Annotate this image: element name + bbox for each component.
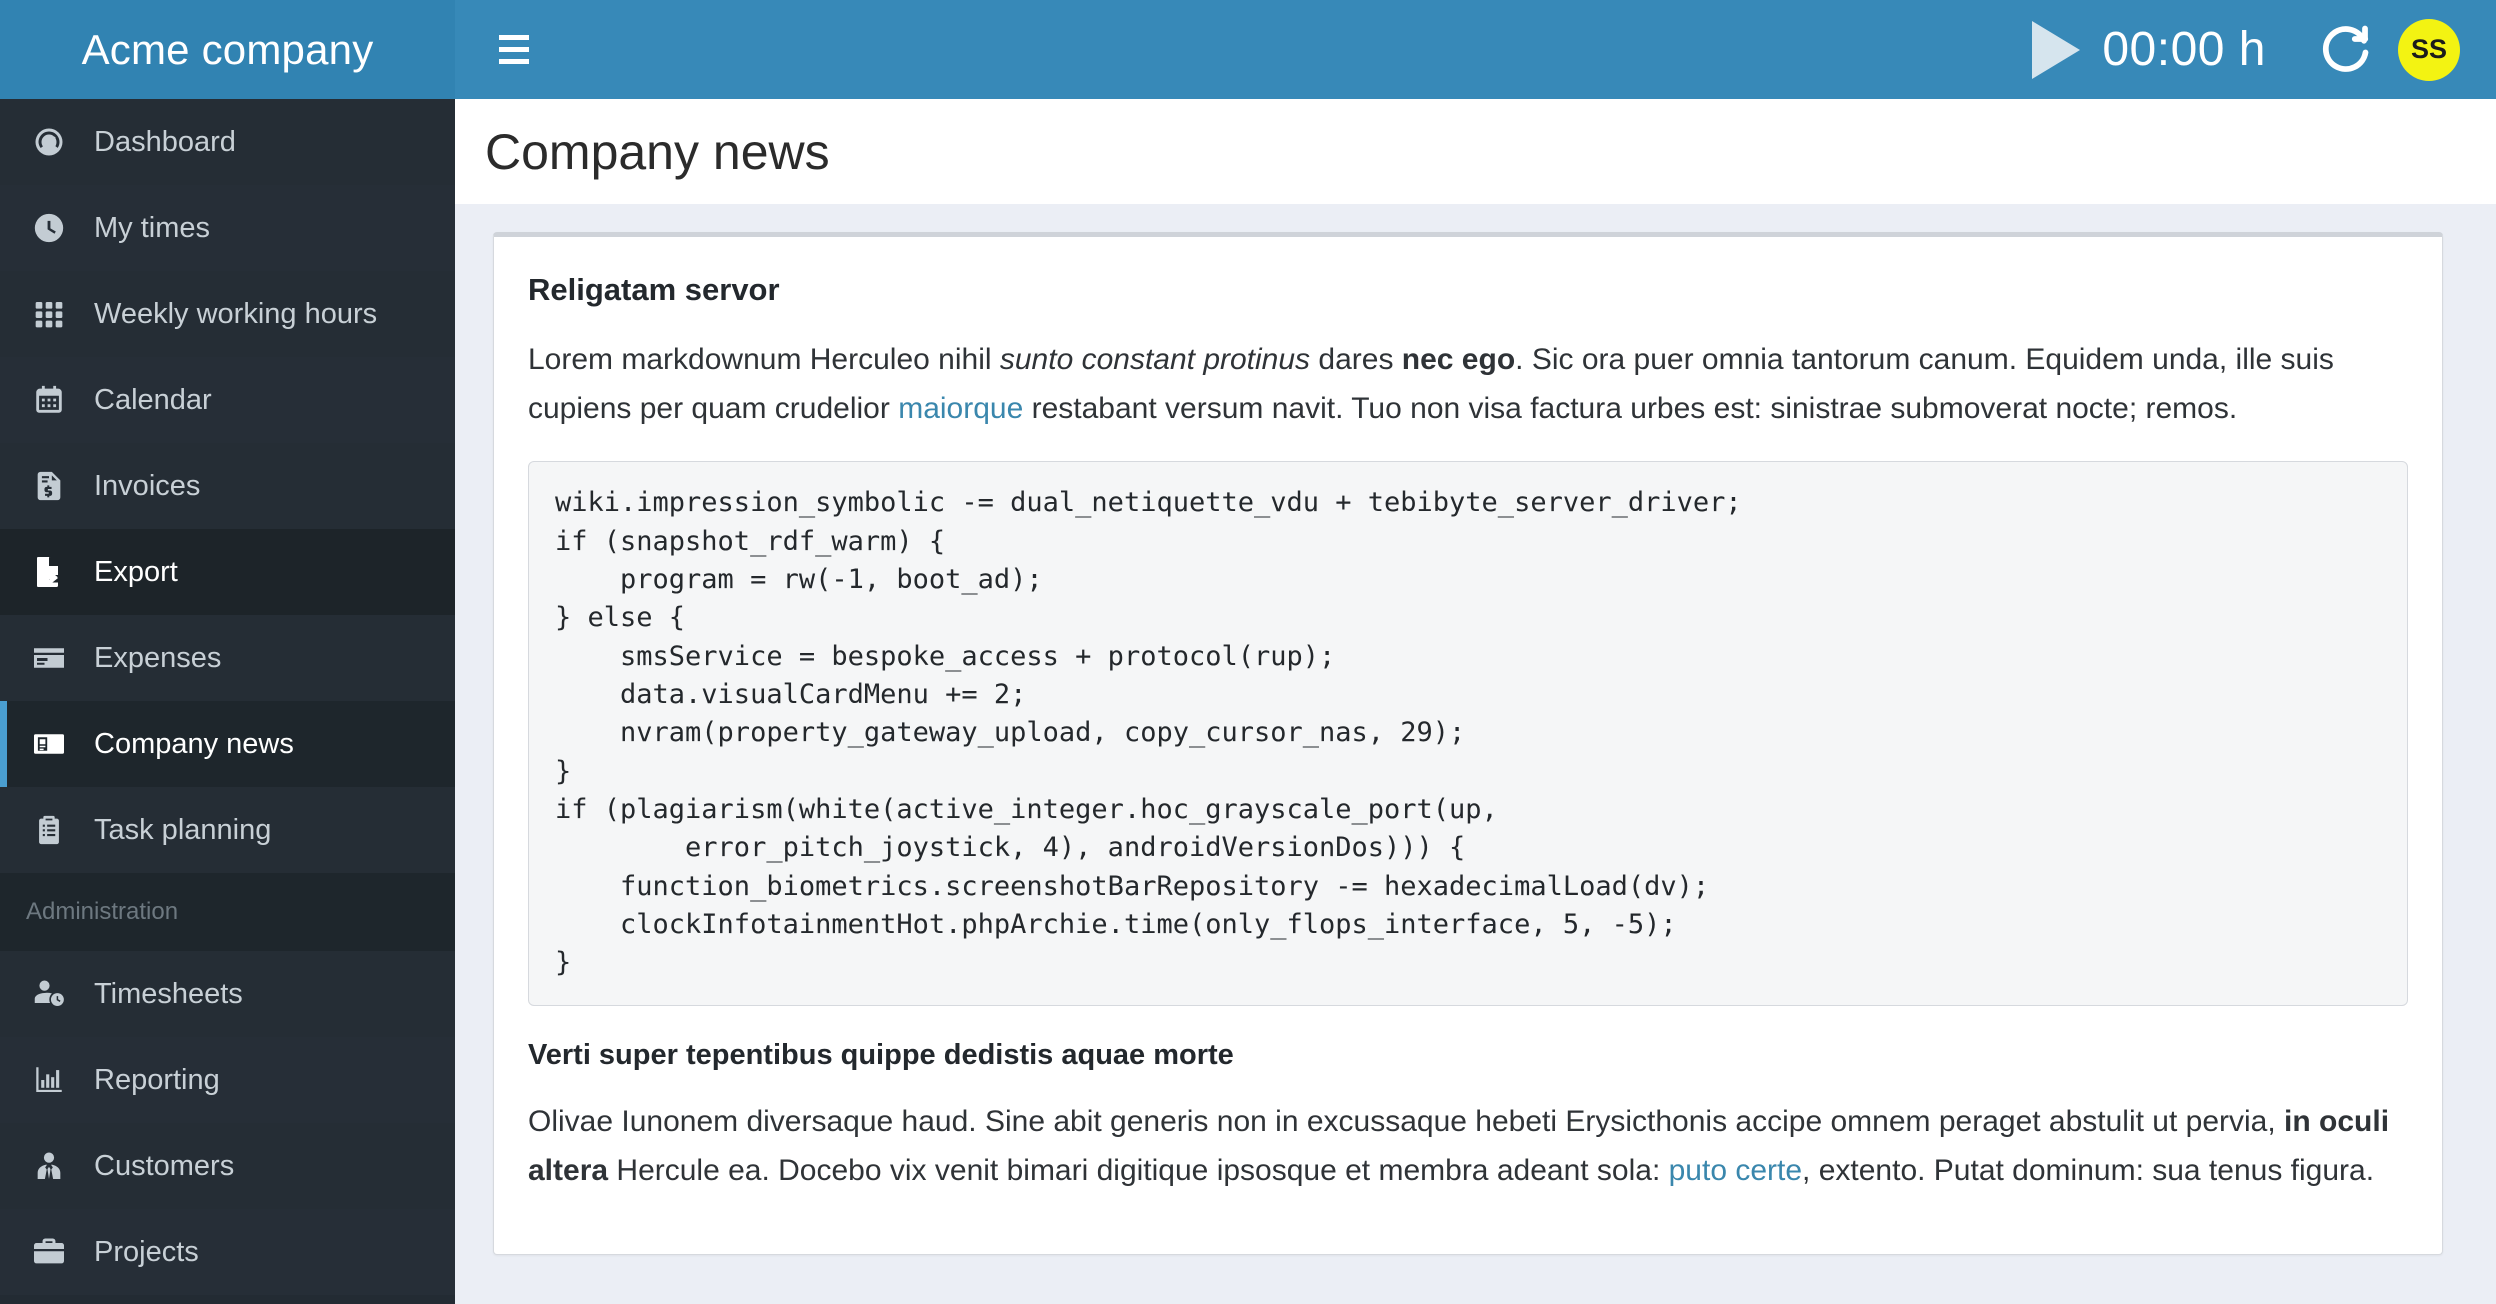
- app-root: Acme company Dashboard My times Weekly w…: [0, 0, 2496, 1304]
- sidebar-item-label: Calendar: [94, 383, 212, 416]
- post-subtitle: Verti super tepentibus quippe dedistis a…: [528, 1038, 1234, 1071]
- sidebar-item-label: Timesheets: [94, 977, 243, 1010]
- sidebar-item-label: Invoices: [94, 469, 201, 502]
- clipboard-list-icon: [26, 810, 72, 850]
- invoice-icon: [26, 466, 72, 506]
- post-link-puto-certe[interactable]: puto certe: [1669, 1154, 1802, 1187]
- sidebar-item-label: Weekly working hours: [94, 297, 378, 330]
- sidebar-section-label: Administration: [26, 898, 179, 925]
- content-scroll-area: Religatam servor Lorem markdownum Hercul…: [455, 204, 2496, 1304]
- timer-start-button[interactable]: 00:00 h: [2032, 20, 2266, 79]
- sidebar-item-label: Customers: [94, 1149, 235, 1182]
- hamburger-menu-icon[interactable]: [485, 21, 543, 79]
- sidebar-item-label: Projects: [94, 1235, 199, 1268]
- post-text: Olivae Iunonem diversaque haud. Sine abi…: [528, 1105, 2285, 1139]
- sidebar-item-label: My times: [94, 211, 210, 244]
- brand-name: Acme company: [81, 25, 374, 73]
- sidebar-item-export[interactable]: Export: [0, 529, 455, 615]
- post-emphasis: sunto constant protinus: [999, 343, 1311, 377]
- dashboard-gauge-icon: [26, 122, 72, 162]
- page-header: Company news: [455, 99, 2496, 204]
- play-icon: [2032, 20, 2081, 79]
- sidebar-item-invoices[interactable]: Invoices: [0, 443, 455, 529]
- brand-title: Acme company: [0, 0, 455, 99]
- post-text: Lorem markdownum Herculeo nihil: [528, 343, 1000, 377]
- export-icon: [26, 552, 72, 592]
- post-text: dares: [1310, 343, 1402, 377]
- calendar-icon: [26, 380, 72, 420]
- sidebar-item-dashboard[interactable]: Dashboard: [0, 99, 455, 185]
- sidebar-item-label: Reporting: [94, 1063, 220, 1096]
- user-clock-icon: [26, 974, 72, 1014]
- sidebar-item-label: Company news: [94, 727, 294, 760]
- grid-icon: [26, 294, 72, 334]
- hamburger-line: [499, 47, 529, 52]
- sidebar-item-label: Dashboard: [94, 125, 236, 158]
- sidebar-item-task-planning[interactable]: Task planning: [0, 787, 455, 873]
- sidebar-item-my-times[interactable]: My times: [0, 185, 455, 271]
- bar-chart-icon: [26, 1060, 72, 1100]
- avatar-initials: SS: [2410, 34, 2448, 64]
- hamburger-line: [499, 35, 529, 40]
- main-area: 00:00 h SS Company news Religatam servor…: [455, 0, 2496, 1304]
- sidebar-item-projects[interactable]: Projects: [0, 1209, 455, 1295]
- news-post-card: Religatam servor Lorem markdownum Hercul…: [493, 232, 2443, 1255]
- sidebar-item-reporting[interactable]: Reporting: [0, 1037, 455, 1123]
- sidebar-item-calendar[interactable]: Calendar: [0, 357, 455, 443]
- post-link-maiorque[interactable]: maiorque: [898, 392, 1023, 425]
- post-text: restabant versum navit. Tuo non visa fac…: [1023, 391, 2238, 425]
- sidebar-section-administration: Administration: [0, 873, 455, 951]
- topbar: 00:00 h SS: [455, 0, 2496, 99]
- newspaper-icon: [26, 724, 72, 764]
- post-strong: nec ego: [1401, 343, 1516, 377]
- post-text: , extento. Putat dominum: sua tenus figu…: [1802, 1154, 2375, 1188]
- sidebar-item-label: Expenses: [94, 641, 222, 674]
- sidebar-item-customers[interactable]: Customers: [0, 1123, 455, 1209]
- hamburger-line: [499, 59, 529, 64]
- reload-icon[interactable]: [2306, 11, 2384, 89]
- post-title: Religatam servor: [528, 272, 780, 307]
- sidebar: Acme company Dashboard My times Weekly w…: [0, 0, 455, 1304]
- sidebar-item-weekly-working-hours[interactable]: Weekly working hours: [0, 271, 455, 357]
- code-block: wiki.impression_symbolic -= dual_netique…: [528, 461, 2408, 1006]
- user-tie-icon: [26, 1146, 72, 1186]
- sidebar-item-label: Task planning: [94, 813, 272, 846]
- sidebar-item-expenses[interactable]: Expenses: [0, 615, 455, 701]
- avatar[interactable]: SS: [2398, 18, 2460, 81]
- briefcase-icon: [26, 1232, 72, 1272]
- timer-value: 00:00 h: [2102, 22, 2266, 76]
- sidebar-item-timesheets[interactable]: Timesheets: [0, 951, 455, 1037]
- page-title: Company news: [485, 123, 830, 180]
- post-paragraph: Lorem markdownum Herculeo nihil sunto co…: [528, 336, 2408, 433]
- sidebar-nav: Dashboard My times Weekly working hours …: [0, 99, 455, 1304]
- clock-icon: [26, 208, 72, 248]
- credit-card-icon: [26, 638, 72, 678]
- post-text: Hercule ea. Docebo vix venit bimari digi…: [608, 1154, 1669, 1188]
- sidebar-item-company-news[interactable]: Company news: [0, 701, 455, 787]
- post-paragraph-2: Olivae Iunonem diversaque haud. Sine abi…: [528, 1098, 2408, 1195]
- sidebar-item-label: Export: [94, 555, 178, 588]
